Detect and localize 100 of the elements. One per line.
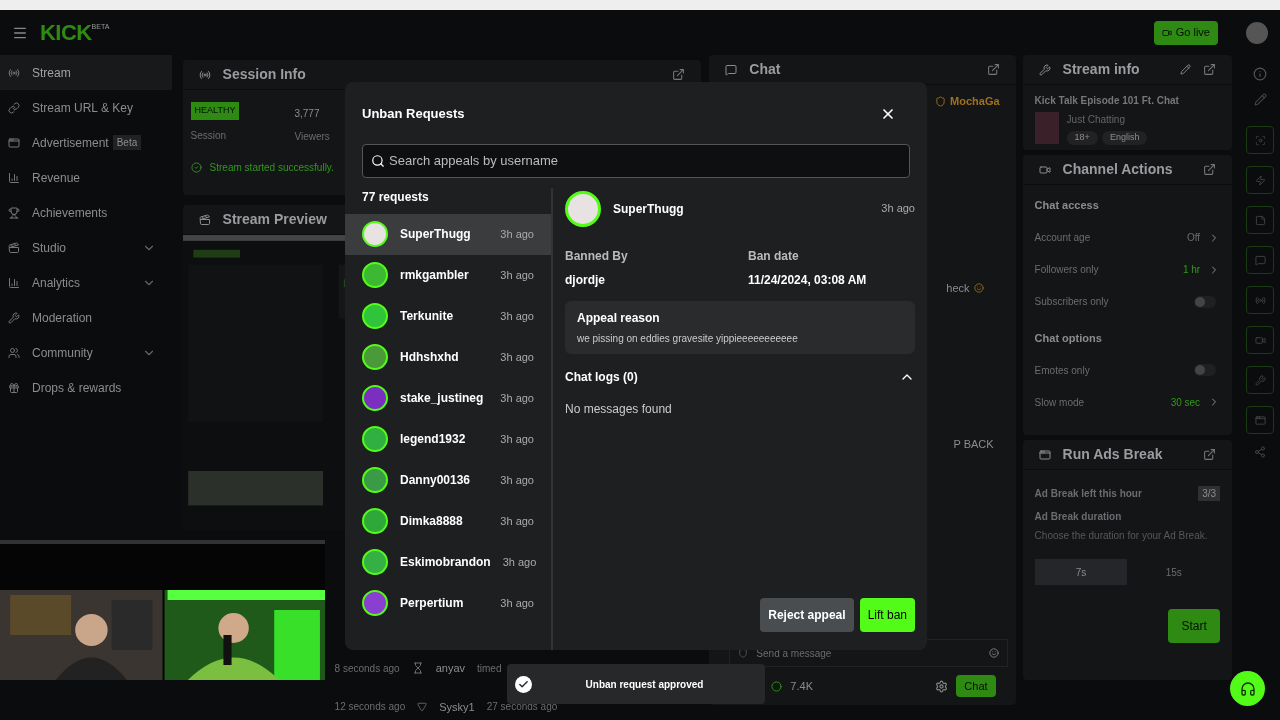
appeal-label: Appeal reason (577, 309, 661, 327)
info-icon[interactable] (1253, 67, 1268, 81)
setting-label: Emotes only (1034, 363, 1091, 378)
popout-icon[interactable] (672, 68, 686, 81)
broadcast-icon[interactable] (1246, 286, 1275, 314)
triangle-icon (417, 701, 428, 712)
hourglass-icon (411, 662, 424, 675)
panel-title: Chat (749, 60, 782, 79)
field-label: Ban date (748, 247, 800, 265)
edit-icon[interactable] (1253, 93, 1267, 106)
sidebar-label: Revenue (32, 169, 81, 187)
emoji-icon[interactable] (988, 648, 999, 658)
request-time: 3h ago (500, 513, 534, 529)
gift-icon (8, 381, 20, 394)
lightning-icon[interactable] (1246, 166, 1275, 194)
request-row[interactable]: Danny00136 3h ago (345, 459, 551, 501)
viewer-count: 3,777 (294, 107, 321, 121)
camera-icon (1161, 27, 1172, 38)
broadcast-icon (198, 68, 211, 81)
sidebar-item[interactable]: Drops & rewards (0, 370, 172, 405)
request-row[interactable]: legend1932 3h ago (345, 418, 551, 460)
headset-icon (1239, 680, 1256, 697)
sidebar-item[interactable]: Studio (0, 230, 172, 265)
appeal-text: we pissing on eddies gravesite yippieeeeeeeeeee (577, 331, 799, 346)
popout-icon[interactable] (986, 63, 1000, 76)
user-avatar[interactable] (1246, 21, 1268, 44)
popout-icon[interactable] (1203, 448, 1217, 461)
request-row[interactable]: Eskimobrandon 3h ago (345, 541, 551, 583)
setting-label: Followers only (1034, 263, 1100, 277)
note-icon[interactable] (1246, 206, 1275, 234)
setting-value: Off (1186, 231, 1201, 245)
chat-button[interactable]: Chat (956, 675, 996, 697)
tag: 18+ (1066, 131, 1098, 145)
sidebar-item[interactable]: Community (0, 335, 172, 370)
chat-icon (725, 63, 738, 76)
camera-icon[interactable] (1246, 326, 1275, 354)
camera-icon (1038, 163, 1051, 176)
request-row[interactable]: SuperThugg 3h ago (345, 213, 551, 255)
logo: KICK (40, 21, 92, 44)
viewer-count: 7.4K (790, 678, 814, 694)
sidebar-item[interactable]: Analytics (0, 265, 172, 300)
sidebar-item[interactable]: Achievements (0, 195, 172, 230)
duration-hint: Choose the duration for your Ad Break. (1034, 529, 1209, 543)
window-icon[interactable] (1246, 406, 1275, 434)
request-row[interactable]: Dimka8888 3h ago (345, 500, 551, 542)
modal-title: Unban Requests (362, 105, 466, 123)
request-time: 3h ago (500, 431, 534, 447)
reject-button[interactable]: Reject appeal (760, 598, 854, 632)
emote-icon (973, 282, 984, 293)
ads-left-label: Ad Break left this hour (1034, 487, 1143, 501)
popout-icon[interactable] (1203, 163, 1217, 176)
share-icon[interactable] (1254, 446, 1267, 458)
search-icon (371, 153, 385, 168)
edit-icon[interactable] (1180, 64, 1192, 75)
tag: English (1101, 131, 1148, 145)
activity-user: Sysky1 (439, 699, 475, 715)
username: rmkgambler (400, 267, 470, 284)
status-text: Stream started successfully. (209, 161, 334, 175)
sidebar-label: Advertisement (32, 134, 109, 152)
sidebar-item[interactable]: Advertisement Beta (0, 125, 172, 160)
go-live-button[interactable]: Go live (1153, 20, 1218, 45)
health-badge: HEALTHY (190, 102, 240, 120)
chat-logs-label: Chat logs (0) (565, 368, 639, 386)
sidebar-label: Moderation (32, 309, 93, 327)
request-time: 3h ago (502, 554, 537, 570)
username: Dimka8888 (400, 513, 464, 530)
request-row[interactable]: stake_justineg 3h ago (345, 377, 551, 419)
sidebar-label: Analytics (32, 274, 81, 292)
support-button[interactable] (1230, 671, 1265, 706)
chat-icon[interactable] (1246, 246, 1275, 274)
request-time: 3h ago (500, 267, 534, 283)
link-icon (8, 101, 20, 114)
chart-icon (8, 171, 20, 184)
toggle-switch[interactable] (1194, 295, 1217, 308)
request-time: 3h ago (500, 472, 534, 488)
duration-option[interactable]: 7s (1034, 559, 1128, 585)
stat-label: Session (190, 128, 228, 143)
sidebar-item[interactable]: Stream (0, 55, 172, 90)
settings-icon[interactable] (935, 679, 949, 693)
sidebar-item[interactable]: Stream URL & Key (0, 90, 172, 125)
request-row[interactable]: Hdhshxhd 3h ago (345, 336, 551, 378)
sidebar-item[interactable]: Revenue (0, 160, 172, 195)
username: stake_justineg (400, 390, 485, 407)
sidebar-item[interactable]: Moderation (0, 300, 172, 335)
shield-icon (738, 648, 749, 658)
focus-icon[interactable] (1246, 126, 1275, 154)
search-field[interactable]: Search appeals by username (362, 143, 910, 178)
wrench-icon[interactable] (1246, 366, 1275, 394)
lift-ban-button[interactable]: Lift ban (859, 598, 915, 632)
toggle-switch[interactable] (1194, 364, 1217, 376)
popout-icon[interactable] (1203, 63, 1217, 76)
window-icon (1038, 448, 1051, 461)
username: SuperThugg (400, 226, 472, 243)
request-row[interactable]: Terkunite 3h ago (345, 295, 551, 337)
empty-message: No messages found (565, 400, 673, 418)
request-row[interactable]: rmkgambler 3h ago (345, 254, 551, 296)
start-button[interactable]: Start (1168, 609, 1221, 643)
sidebar-label: Studio (32, 239, 67, 257)
request-row[interactable]: Perpertium 3h ago (345, 582, 551, 624)
request-time: 3h ago (500, 349, 534, 365)
